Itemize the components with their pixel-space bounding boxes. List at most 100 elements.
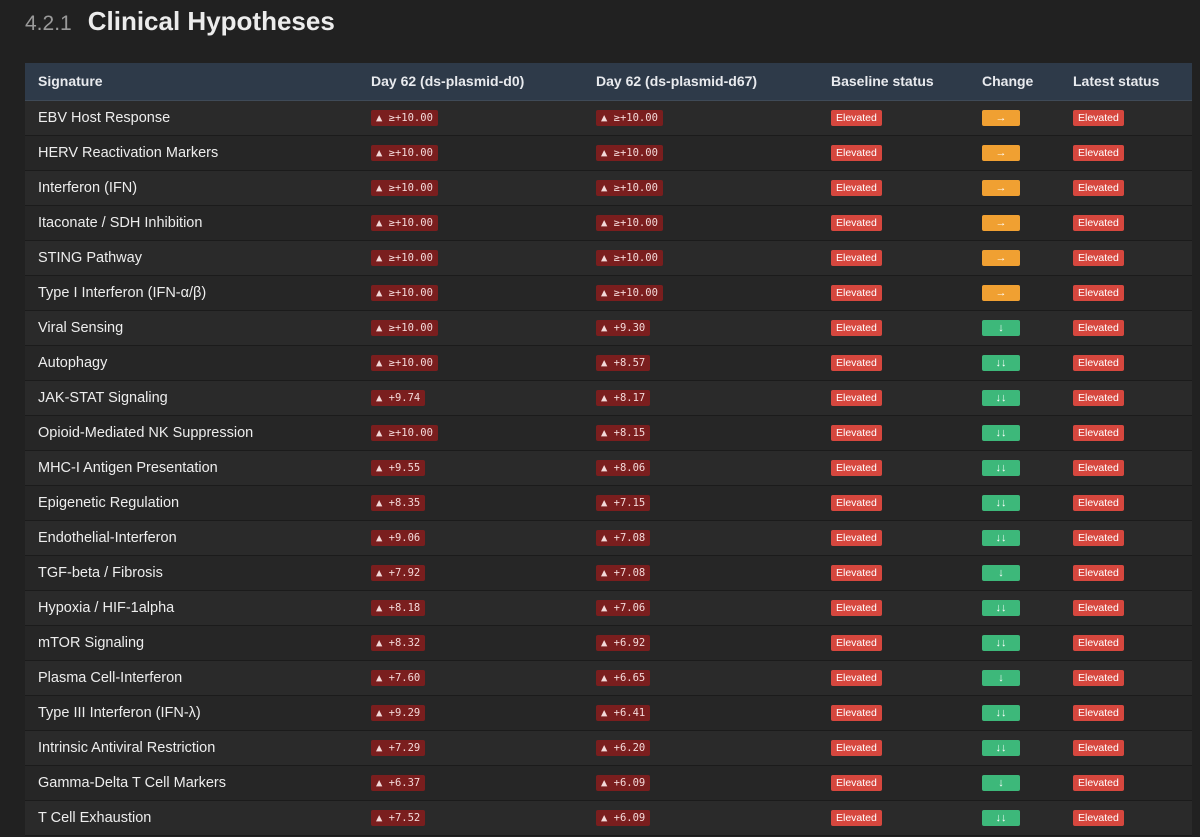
- change-arrow-icon: →: [982, 110, 1020, 126]
- change-cell: ↓↓: [969, 625, 1060, 660]
- column-header-day62-d67[interactable]: Day 62 (ds-plasmid-d67): [583, 63, 818, 101]
- change-arrow-icon: →: [982, 215, 1020, 231]
- day62-d0-cell: ▲ ≥+10.00: [358, 275, 583, 310]
- day62-d67-value-badge: ▲ ≥+10.00: [596, 250, 663, 266]
- latest-status-badge: Elevated: [1073, 565, 1124, 581]
- table-row[interactable]: Viral Sensing ▲ ≥+10.00 ▲ +9.30 Elevated ↓ El…: [25, 310, 1192, 345]
- latest-status-badge: Elevated: [1073, 775, 1124, 791]
- table-row[interactable]: EBV Host Response ▲ ≥+10.00 ▲ ≥+10.00 Eleva…: [25, 100, 1192, 135]
- column-header-latest-status[interactable]: Latest status: [1060, 63, 1192, 101]
- signature-cell: Gamma-Delta T Cell Markers: [25, 765, 358, 800]
- signature-name: EBV Host Response: [38, 109, 171, 126]
- day62-d0-value-badge: ▲ ≥+10.00: [371, 180, 438, 196]
- table-row[interactable]: TGF-beta / Fibrosis ▲ +7.92 ▲ +7.08 Elevate…: [25, 555, 1192, 590]
- signature-cell: MHC-I Antigen Presentation: [25, 450, 358, 485]
- baseline-status-badge: Elevated: [831, 705, 882, 721]
- table-row[interactable]: MHC-I Antigen Presentation ▲ +9.55 ▲ +8.06…: [25, 450, 1192, 485]
- change-cell: ↓↓: [969, 590, 1060, 625]
- table-row[interactable]: Interferon (IFN) ▲ ≥+10.00 ▲ ≥+10.00 Elevat…: [25, 170, 1192, 205]
- change-arrow-icon: ↓↓: [982, 495, 1020, 511]
- day62-d0-cell: ▲ ≥+10.00: [358, 415, 583, 450]
- table-row[interactable]: mTOR Signaling ▲ +8.32 ▲ +6.92 Elevated ↓↓ El…: [25, 625, 1192, 660]
- signature-name: Itaconate / SDH Inhibition: [38, 214, 203, 231]
- day62-d0-value-badge: ▲ ≥+10.00: [371, 285, 438, 301]
- signature-cell: Epigenetic Regulation: [25, 485, 358, 520]
- change-cell: →: [969, 170, 1060, 205]
- baseline-status-badge: Elevated: [831, 460, 882, 476]
- day62-d0-cell: ▲ ≥+10.00: [358, 345, 583, 380]
- signature-cell: Type III Interferon (IFN-λ): [25, 695, 358, 730]
- day62-d67-value-badge: ▲ +8.57: [596, 355, 651, 371]
- table-row[interactable]: Intrinsic Antiviral Restriction ▲ +7.29 ▲ …: [25, 730, 1192, 765]
- signature-name: Type III Interferon (IFN-λ): [38, 704, 201, 721]
- latest-status-cell: Elevated: [1060, 345, 1192, 380]
- change-cell: ↓: [969, 310, 1060, 345]
- baseline-status-cell: Elevated: [818, 800, 969, 835]
- signature-name: Viral Sensing: [38, 319, 124, 336]
- signature-cell: Hypoxia / HIF-1alpha: [25, 590, 358, 625]
- change-arrow-icon: ↓↓: [982, 810, 1020, 826]
- signature-name: Autophagy: [38, 354, 108, 371]
- day62-d67-cell: ▲ +8.06: [583, 450, 818, 485]
- column-header-change[interactable]: Change: [969, 63, 1060, 101]
- table-row[interactable]: Hypoxia / HIF-1alpha ▲ +8.18 ▲ +7.06 Elevat…: [25, 590, 1192, 625]
- day62-d0-cell: ▲ ≥+10.00: [358, 100, 583, 135]
- column-header-baseline-status[interactable]: Baseline status: [818, 63, 969, 101]
- day62-d67-value-badge: ▲ ≥+10.00: [596, 145, 663, 161]
- baseline-status-badge: Elevated: [831, 145, 882, 161]
- latest-status-cell: Elevated: [1060, 695, 1192, 730]
- day62-d67-value-badge: ▲ +8.17: [596, 390, 651, 406]
- baseline-status-badge: Elevated: [831, 285, 882, 301]
- table-row[interactable]: Plasma Cell-Interferon ▲ +7.60 ▲ +6.65 Elev…: [25, 660, 1192, 695]
- table-row[interactable]: Opioid-Mediated NK Suppression ▲ ≥+10.00 ▲…: [25, 415, 1192, 450]
- change-cell: ↓: [969, 555, 1060, 590]
- table-row[interactable]: Endothelial-Interferon ▲ +9.06 ▲ +7.08 Elev…: [25, 520, 1192, 555]
- table-row[interactable]: JAK-STAT Signaling ▲ +9.74 ▲ +8.17 Elevated…: [25, 380, 1192, 415]
- day62-d67-cell: ▲ ≥+10.00: [583, 100, 818, 135]
- latest-status-badge: Elevated: [1073, 320, 1124, 336]
- latest-status-badge: Elevated: [1073, 390, 1124, 406]
- latest-status-badge: Elevated: [1073, 145, 1124, 161]
- day62-d0-value-badge: ▲ +7.52: [371, 810, 426, 826]
- table-row[interactable]: Epigenetic Regulation ▲ +8.35 ▲ +7.15 Eleva…: [25, 485, 1192, 520]
- signature-name: Hypoxia / HIF-1alpha: [38, 599, 175, 616]
- column-header-day62-d0[interactable]: Day 62 (ds-plasmid-d0): [358, 63, 583, 101]
- table-row[interactable]: HERV Reactivation Markers ▲ ≥+10.00 ▲ ≥+10…: [25, 135, 1192, 170]
- section-number: 4.2.1: [25, 12, 72, 35]
- latest-status-badge: Elevated: [1073, 215, 1124, 231]
- baseline-status-badge: Elevated: [831, 250, 882, 266]
- change-arrow-icon: →: [982, 285, 1020, 301]
- column-header-signature[interactable]: Signature: [25, 63, 358, 101]
- signature-cell: Viral Sensing: [25, 310, 358, 345]
- day62-d67-value-badge: ▲ +7.08: [596, 565, 651, 581]
- day62-d0-cell: ▲ +9.06: [358, 520, 583, 555]
- table-row[interactable]: Gamma-Delta T Cell Markers ▲ +6.37 ▲ +6.09…: [25, 765, 1192, 800]
- day62-d0-cell: ▲ +7.52: [358, 800, 583, 835]
- change-arrow-icon: ↓↓: [982, 600, 1020, 616]
- table-row[interactable]: Type III Interferon (IFN-λ) ▲ +9.29 ▲ +6.4…: [25, 695, 1192, 730]
- baseline-status-cell: Elevated: [818, 555, 969, 590]
- day62-d0-cell: ▲ +7.29: [358, 730, 583, 765]
- day62-d0-value-badge: ▲ +8.32: [371, 635, 426, 651]
- day62-d67-value-badge: ▲ ≥+10.00: [596, 285, 663, 301]
- latest-status-cell: Elevated: [1060, 240, 1192, 275]
- change-arrow-icon: ↓: [982, 670, 1020, 686]
- table-row[interactable]: Type I Interferon (IFN-α/β) ▲ ≥+10.00 ▲ ≥+…: [25, 275, 1192, 310]
- change-cell: ↓: [969, 765, 1060, 800]
- table-row[interactable]: Itaconate / SDH Inhibition ▲ ≥+10.00 ▲ ≥+1…: [25, 205, 1192, 240]
- signature-name: JAK-STAT Signaling: [38, 389, 168, 406]
- latest-status-badge: Elevated: [1073, 670, 1124, 686]
- latest-status-badge: Elevated: [1073, 810, 1124, 826]
- table-row[interactable]: STING Pathway ▲ ≥+10.00 ▲ ≥+10.00 Elevated →…: [25, 240, 1192, 275]
- table-row[interactable]: T Cell Exhaustion ▲ +7.52 ▲ +6.09 Elevated ↓…: [25, 800, 1192, 835]
- signature-cell: JAK-STAT Signaling: [25, 380, 358, 415]
- table-row[interactable]: Autophagy ▲ ≥+10.00 ▲ +8.57 Elevated ↓↓ Eleva…: [25, 345, 1192, 380]
- day62-d0-cell: ▲ +9.74: [358, 380, 583, 415]
- day62-d0-value-badge: ▲ +7.60: [371, 670, 426, 686]
- baseline-status-badge: Elevated: [831, 635, 882, 651]
- baseline-status-badge: Elevated: [831, 670, 882, 686]
- section-heading: 4.2.1 Clinical Hypotheses: [25, 6, 335, 42]
- baseline-status-cell: Elevated: [818, 240, 969, 275]
- latest-status-badge: Elevated: [1073, 635, 1124, 651]
- baseline-status-cell: Elevated: [818, 310, 969, 345]
